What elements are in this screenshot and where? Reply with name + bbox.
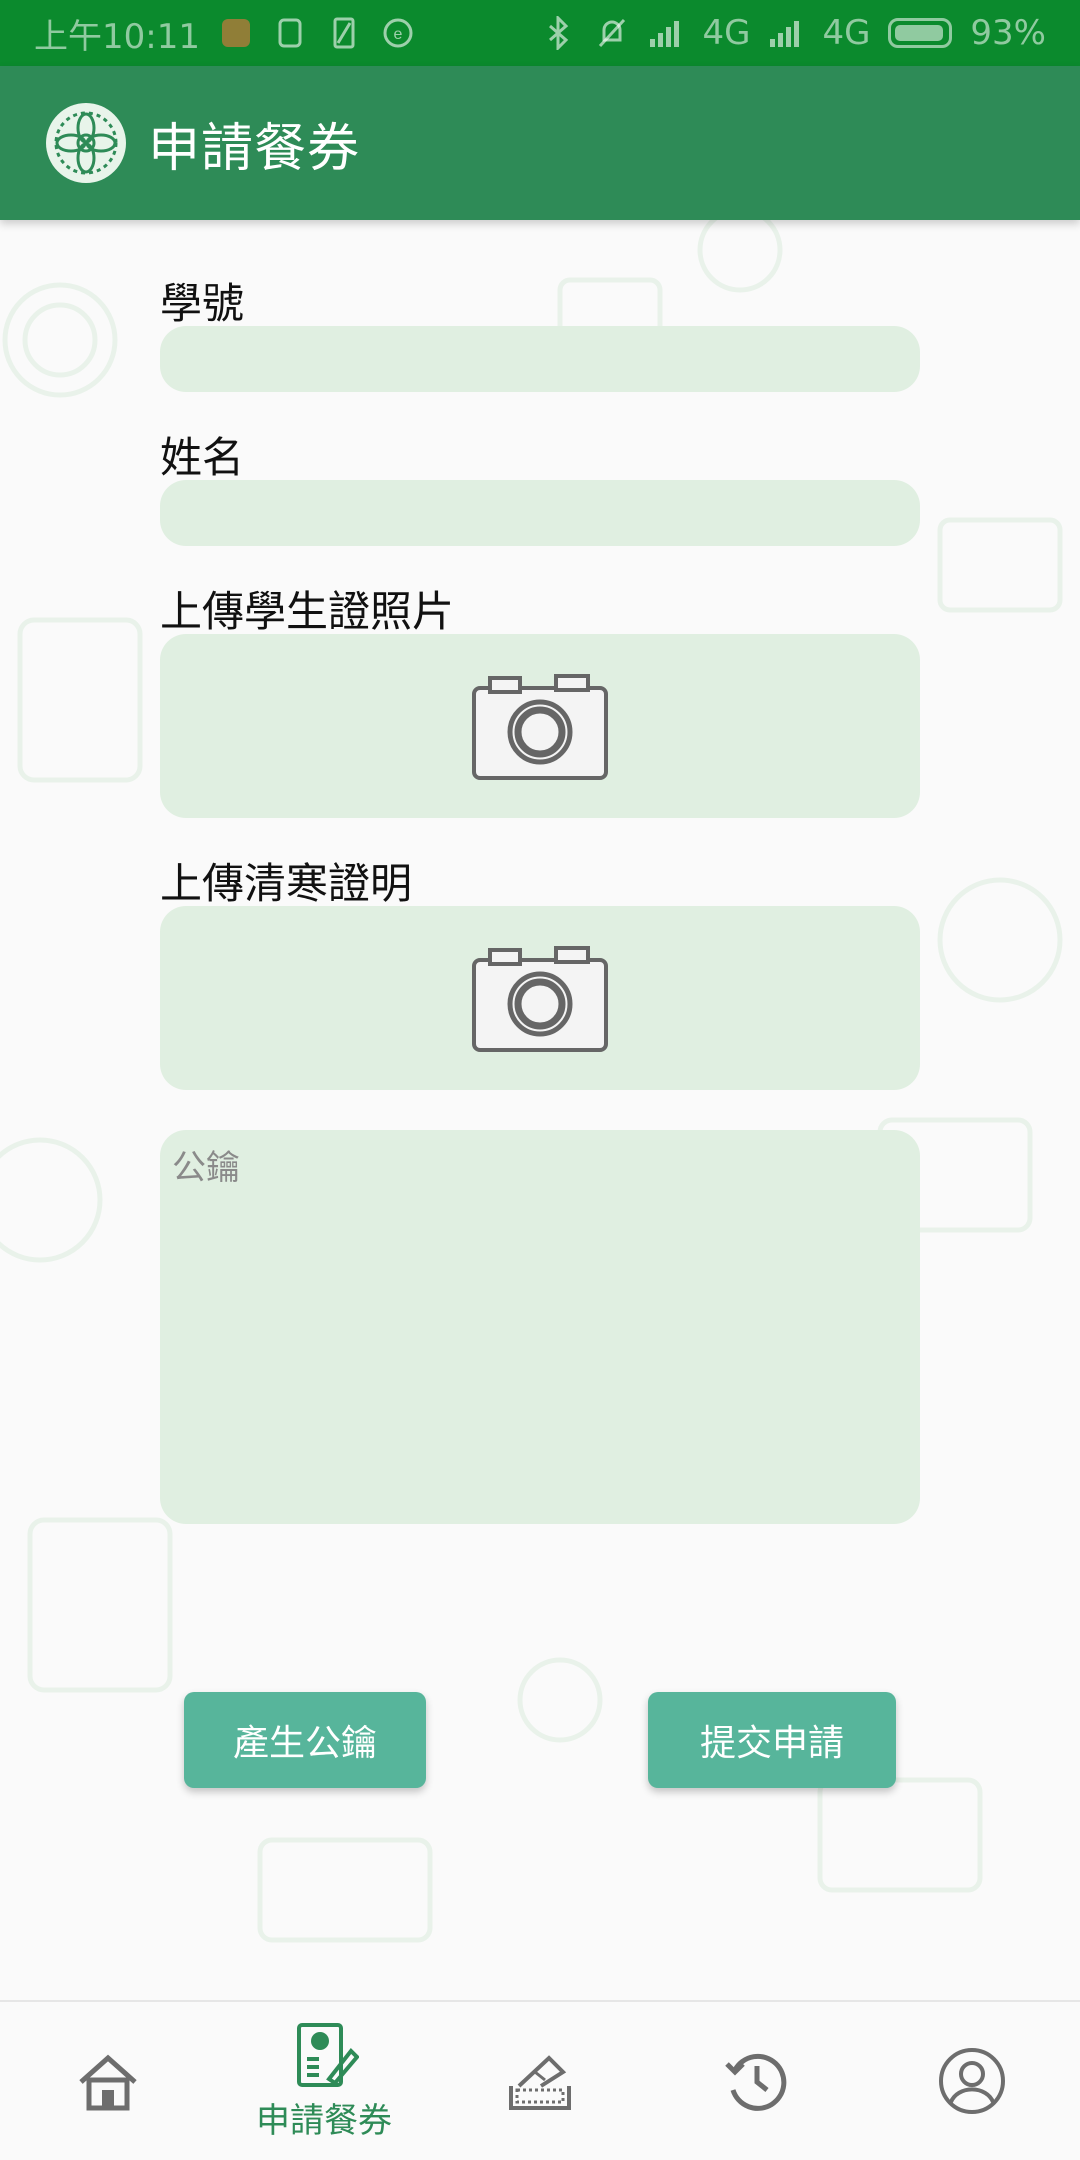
submit-application-button[interactable]: 提交申請 <box>648 1692 896 1788</box>
bottom-nav: 申請餐券 <box>0 2000 1080 2160</box>
nav-apply-label: 申請餐券 <box>256 2100 392 2141</box>
home-icon <box>79 2054 137 2111</box>
nav-home[interactable] <box>0 2002 216 2160</box>
status-left: 上午10:11 e <box>34 9 416 58</box>
history-icon <box>725 2053 787 2111</box>
student-id-label: 學號 <box>160 279 245 328</box>
poverty-proof-upload[interactable] <box>160 906 920 1090</box>
app-bar: 申請餐券 <box>0 66 1080 220</box>
nav-ticket[interactable] <box>432 2002 648 2160</box>
status-time: 上午10:11 <box>34 16 200 57</box>
notification-app-icon <box>218 15 254 51</box>
battery-icon <box>888 18 953 48</box>
notification-e-icon: e <box>380 15 416 51</box>
svg-text:e: e <box>394 26 403 43</box>
mandala-logo-icon <box>46 103 126 183</box>
network-type-2: 4G <box>822 13 871 53</box>
main-content: 學號 姓名 上傳學生證照片 上傳清寒證明 公鑰 產生公鑰 提交申請 <box>0 220 1080 2000</box>
name-input[interactable] <box>160 480 920 546</box>
student-card-label: 上傳學生證照片 <box>160 587 455 636</box>
status-bar: 上午10:11 e 4G 4G 93% <box>0 0 1080 66</box>
public-key-placeholder: 公鑰 <box>172 1148 240 1188</box>
camera-icon <box>472 674 608 780</box>
ticket-icon <box>509 2055 571 2110</box>
notification-b-icon <box>272 15 308 51</box>
profile-icon <box>939 2048 1005 2114</box>
notification-sim-icon <box>326 15 362 51</box>
page-title: 申請餐券 <box>148 118 361 179</box>
apply-form-icon <box>297 2022 359 2087</box>
nav-history[interactable] <box>648 2002 864 2160</box>
status-right: 4G 4G 93% <box>540 13 1046 53</box>
bell-muted-icon <box>594 15 630 51</box>
student-id-input[interactable] <box>160 326 920 392</box>
camera-icon <box>472 946 608 1052</box>
signal-icon-1 <box>648 15 684 51</box>
bluetooth-icon <box>540 15 576 51</box>
poverty-proof-label: 上傳清寒證明 <box>160 859 413 908</box>
generate-key-button[interactable]: 產生公鑰 <box>184 1692 426 1788</box>
nav-profile[interactable] <box>864 2002 1080 2160</box>
student-card-upload[interactable] <box>160 634 920 818</box>
battery-percent: 93% <box>970 13 1046 53</box>
public-key-textarea[interactable]: 公鑰 <box>160 1130 920 1524</box>
nav-apply[interactable]: 申請餐券 <box>216 2002 432 2160</box>
name-label: 姓名 <box>160 433 245 482</box>
network-type-1: 4G <box>702 13 751 53</box>
signal-icon-2 <box>768 15 804 51</box>
